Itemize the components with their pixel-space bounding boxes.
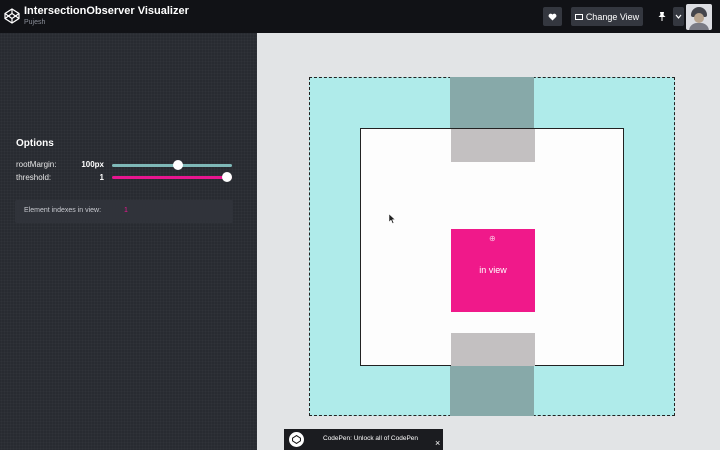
- codepen-logo-icon[interactable]: [4, 8, 20, 24]
- indexes-in-view-value: 1: [124, 207, 128, 214]
- mouse-cursor-icon: [389, 214, 396, 224]
- layout-icon: [574, 13, 583, 20]
- root-margin-value: 100px: [81, 160, 104, 169]
- observed-column-bottom: [450, 366, 534, 416]
- preview-area: ⊕ in view: [257, 33, 720, 450]
- threshold-slider[interactable]: [112, 172, 232, 182]
- threshold-value: 1: [99, 173, 104, 182]
- indexes-in-view-box: Element indexes in view: 1: [15, 200, 233, 223]
- chevron-down-icon: [675, 14, 682, 19]
- observed-element-in-view: ⊕ in view: [451, 229, 535, 312]
- viewport-box: ⊕ in view: [360, 128, 624, 366]
- change-view-button[interactable]: Change View: [571, 7, 643, 26]
- threshold-label: threshold:: [16, 173, 52, 182]
- avatar[interactable]: [686, 4, 712, 30]
- pin-button[interactable]: [654, 7, 670, 26]
- threshold-slider-thumb[interactable]: [222, 172, 232, 182]
- pin-icon: [658, 12, 666, 21]
- pen-author[interactable]: Pujesh: [24, 19, 45, 26]
- pin-dropdown-button[interactable]: [673, 7, 684, 26]
- options-panel: Options rootMargin: 100px threshold: 1 E…: [0, 33, 257, 450]
- in-view-label: in view: [479, 265, 507, 275]
- close-icon[interactable]: ×: [435, 438, 440, 448]
- options-title: Options: [16, 138, 54, 149]
- banner-text[interactable]: CodePen: Unlock all of CodePen: [323, 435, 418, 442]
- observed-element-bottom: [451, 333, 535, 366]
- root-margin-label: rootMargin:: [16, 160, 57, 169]
- heart-icon: [548, 13, 557, 21]
- indexes-in-view-label: Element indexes in view:: [24, 207, 102, 214]
- codepen-banner-logo-icon: [289, 432, 304, 447]
- crosshair-icon: ⊕: [489, 234, 496, 243]
- root-margin-slider[interactable]: [112, 160, 232, 170]
- pen-title[interactable]: IntersectionObserver Visualizer: [24, 5, 189, 17]
- observed-element-top: [451, 129, 535, 162]
- heart-button[interactable]: [543, 7, 562, 26]
- codepen-banner[interactable]: CodePen: Unlock all of CodePen ×: [284, 429, 443, 450]
- observed-column-top: [450, 77, 534, 128]
- root-margin-slider-thumb[interactable]: [172, 160, 183, 170]
- change-view-label: Change View: [585, 11, 640, 22]
- header: IntersectionObserver Visualizer Pujesh C…: [0, 0, 720, 33]
